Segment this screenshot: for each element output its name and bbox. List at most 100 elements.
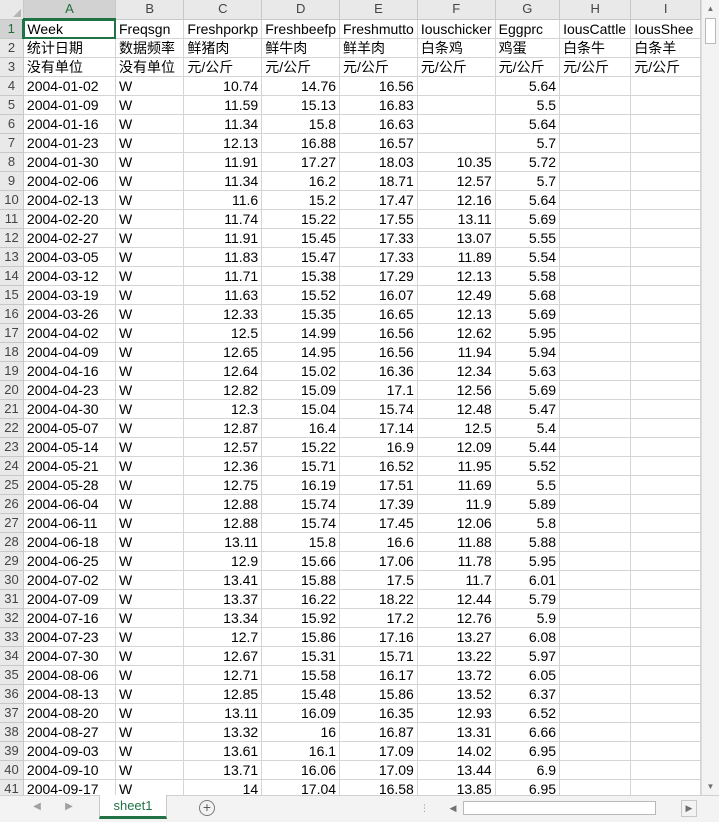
cell-i36[interactable] [630, 684, 701, 704]
cell-f11[interactable]: 13.11 [417, 209, 496, 229]
cell-g26[interactable]: 5.89 [495, 494, 561, 514]
cell-h36[interactable] [559, 684, 632, 704]
vertical-scrollbar[interactable]: ▲ ▼ [701, 0, 719, 795]
column-header-e[interactable]: E [339, 0, 418, 20]
cell-f26[interactable]: 11.9 [417, 494, 496, 514]
cell-a21[interactable]: 2004-04-30 [23, 399, 117, 419]
cell-f35[interactable]: 13.72 [417, 665, 496, 685]
cell-g34[interactable]: 5.97 [495, 646, 561, 666]
cell-c11[interactable]: 11.74 [183, 209, 263, 229]
horizontal-scroll-thumb[interactable] [463, 801, 656, 815]
cell-h41[interactable] [559, 779, 632, 795]
cell-a23[interactable]: 2004-05-14 [23, 437, 117, 457]
cell-h18[interactable] [559, 342, 632, 362]
cell-d31[interactable]: 16.22 [261, 589, 341, 609]
cell-g24[interactable]: 5.52 [495, 456, 561, 476]
cell-h21[interactable] [559, 399, 632, 419]
cell-a5[interactable]: 2004-01-09 [23, 95, 117, 115]
cell-h19[interactable] [559, 361, 632, 381]
cell-e3[interactable]: 元/公斤 [339, 57, 418, 77]
cell-a13[interactable]: 2004-03-05 [23, 247, 117, 267]
cell-a18[interactable]: 2004-04-09 [23, 342, 117, 362]
cell-d39[interactable]: 16.1 [261, 741, 341, 761]
cell-i19[interactable] [630, 361, 701, 381]
row-header[interactable]: 33 [0, 627, 24, 647]
cell-e22[interactable]: 17.14 [339, 418, 418, 438]
cell-c22[interactable]: 12.87 [183, 418, 263, 438]
cell-d40[interactable]: 16.06 [261, 760, 341, 780]
cell-e36[interactable]: 15.86 [339, 684, 418, 704]
cell-i34[interactable] [630, 646, 701, 666]
cell-i6[interactable] [630, 114, 701, 134]
cell-b23[interactable]: W [115, 437, 185, 457]
cell-f1[interactable]: Iouschicker [417, 19, 496, 39]
tab-split-handle[interactable]: ⋮ [420, 803, 429, 814]
cell-a19[interactable]: 2004-04-16 [23, 361, 117, 381]
cell-a30[interactable]: 2004-07-02 [23, 570, 117, 590]
cell-g30[interactable]: 6.01 [495, 570, 561, 590]
cell-e16[interactable]: 16.65 [339, 304, 418, 324]
cell-a11[interactable]: 2004-02-20 [23, 209, 117, 229]
cell-h23[interactable] [559, 437, 632, 457]
cell-b1[interactable]: Freqsgn [115, 19, 185, 39]
cell-d11[interactable]: 15.22 [261, 209, 341, 229]
cell-f30[interactable]: 11.7 [417, 570, 496, 590]
row-header[interactable]: 5 [0, 95, 24, 115]
cell-a8[interactable]: 2004-01-30 [23, 152, 117, 172]
row-header[interactable]: 25 [0, 475, 24, 495]
cell-a41[interactable]: 2004-09-17 [23, 779, 117, 795]
cell-f32[interactable]: 12.76 [417, 608, 496, 628]
cell-c4[interactable]: 10.74 [183, 76, 263, 96]
cell-i18[interactable] [630, 342, 701, 362]
cell-f40[interactable]: 13.44 [417, 760, 496, 780]
cell-h28[interactable] [559, 532, 632, 552]
cell-g3[interactable]: 元/公斤 [495, 57, 561, 77]
cell-h31[interactable] [559, 589, 632, 609]
cell-h22[interactable] [559, 418, 632, 438]
cell-f9[interactable]: 12.57 [417, 171, 496, 191]
cell-b5[interactable]: W [115, 95, 185, 115]
cell-a31[interactable]: 2004-07-09 [23, 589, 117, 609]
cell-g1[interactable]: Eggprc [495, 19, 561, 39]
cell-f20[interactable]: 12.56 [417, 380, 496, 400]
cell-b11[interactable]: W [115, 209, 185, 229]
cell-h39[interactable] [559, 741, 632, 761]
cell-c39[interactable]: 13.61 [183, 741, 263, 761]
cell-d5[interactable]: 15.13 [261, 95, 341, 115]
cell-h17[interactable] [559, 323, 632, 343]
cell-a33[interactable]: 2004-07-23 [23, 627, 117, 647]
cell-b24[interactable]: W [115, 456, 185, 476]
cell-b25[interactable]: W [115, 475, 185, 495]
cell-a22[interactable]: 2004-05-07 [23, 418, 117, 438]
cell-i9[interactable] [630, 171, 701, 191]
row-header[interactable]: 6 [0, 114, 24, 134]
row-header[interactable]: 17 [0, 323, 24, 343]
cell-b29[interactable]: W [115, 551, 185, 571]
cell-i15[interactable] [630, 285, 701, 305]
cell-e33[interactable]: 17.16 [339, 627, 418, 647]
cell-i8[interactable] [630, 152, 701, 172]
cell-d7[interactable]: 16.88 [261, 133, 341, 153]
cell-h24[interactable] [559, 456, 632, 476]
cell-g27[interactable]: 5.8 [495, 513, 561, 533]
cell-a26[interactable]: 2004-06-04 [23, 494, 117, 514]
cell-f5[interactable] [417, 95, 496, 115]
cell-a10[interactable]: 2004-02-13 [23, 190, 117, 210]
row-header[interactable]: 18 [0, 342, 24, 362]
cell-i1[interactable]: IousShee [630, 19, 701, 39]
cell-e2[interactable]: 鲜羊肉 [339, 38, 418, 58]
cell-d32[interactable]: 15.92 [261, 608, 341, 628]
row-header[interactable]: 1 [0, 19, 25, 39]
cell-e7[interactable]: 16.57 [339, 133, 418, 153]
row-header[interactable]: 23 [0, 437, 24, 457]
cell-d29[interactable]: 15.66 [261, 551, 341, 571]
row-header[interactable]: 3 [0, 57, 24, 77]
cell-f15[interactable]: 12.49 [417, 285, 496, 305]
cell-h38[interactable] [559, 722, 632, 742]
cell-e32[interactable]: 17.2 [339, 608, 418, 628]
cell-b39[interactable]: W [115, 741, 185, 761]
select-all-corner[interactable] [0, 0, 24, 20]
cell-d4[interactable]: 14.76 [261, 76, 341, 96]
cell-a7[interactable]: 2004-01-23 [23, 133, 117, 153]
cell-g9[interactable]: 5.7 [495, 171, 561, 191]
